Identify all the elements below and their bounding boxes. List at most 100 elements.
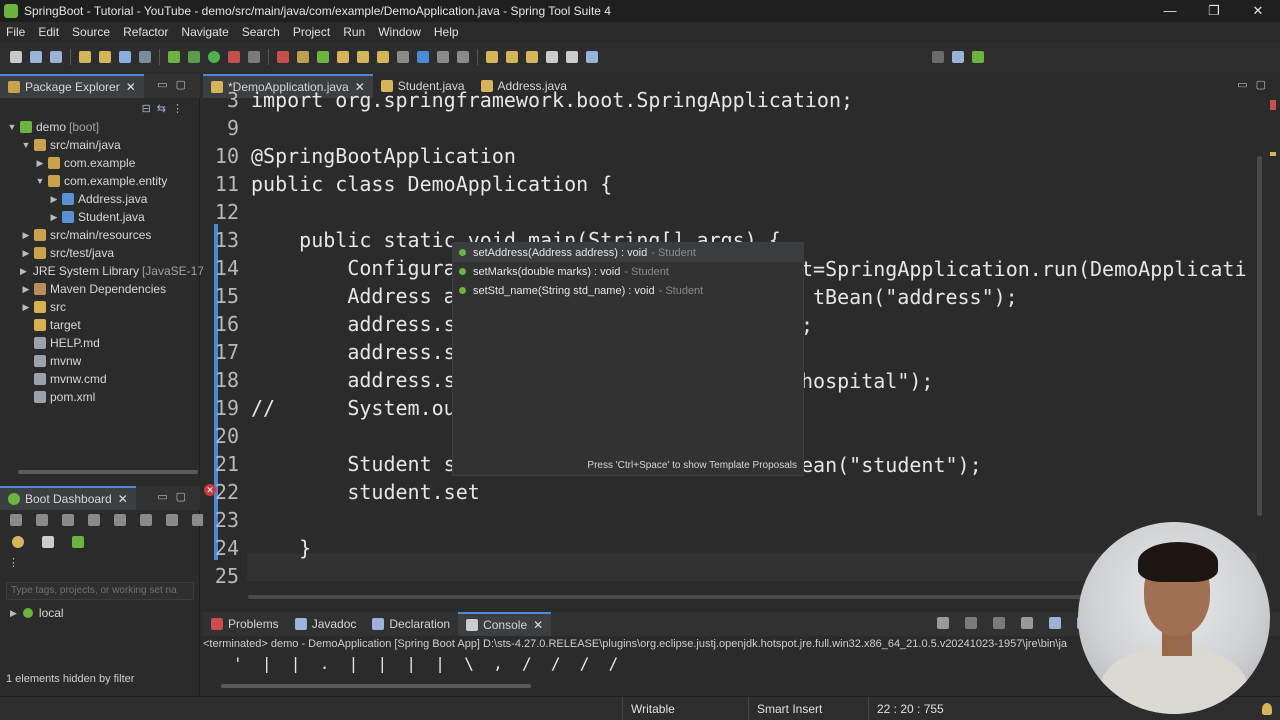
tab-problems[interactable]: Problems [203,612,287,636]
run-external-icon[interactable] [228,51,240,63]
tree-item[interactable]: ▶ Maven Dependencies [0,280,200,298]
tree-item[interactable]: ▶ Address.java [0,190,200,208]
tree-item[interactable]: ▼ src/main/java [0,136,200,154]
quick-access-search-icon[interactable] [932,51,944,63]
menu-project[interactable]: Project [293,25,330,39]
chevron-right-icon[interactable]: ▶ [20,266,27,277]
tab-javadoc[interactable]: Javadoc [287,612,365,636]
remove-launches-icon[interactable] [993,617,1005,629]
last-edit-location-icon[interactable] [526,51,538,63]
tree-item[interactable]: HELP.md [0,334,200,352]
save-icon[interactable] [30,51,42,63]
scroll-lock-icon[interactable] [1049,617,1061,629]
chevron-right-icon[interactable]: ▶ [20,248,32,259]
close-icon[interactable]: ✕ [126,80,136,94]
tree-item[interactable]: ▶ src/main/resources [0,226,200,244]
menu-edit[interactable]: Edit [38,25,59,39]
menu-run[interactable]: Run [343,25,365,39]
dashboard-filter-input[interactable]: Type tags, projects, or working set na [6,582,194,600]
toggle-mark-icon[interactable] [397,51,409,63]
tree-item[interactable]: ▼ com.example.entity [0,172,200,190]
overview-ruler-error-marker[interactable] [1270,100,1276,110]
new-java-class-icon[interactable] [337,51,349,63]
menu-window[interactable]: Window [378,25,421,39]
chevron-right-icon[interactable]: ▶ [20,284,32,295]
block-select-icon[interactable] [437,51,449,63]
new-icon[interactable] [10,51,22,63]
mark-occurrences-icon[interactable] [417,51,429,63]
edit-icon[interactable] [166,514,178,526]
minimize-button[interactable]: — [1148,0,1192,22]
tree-item[interactable]: ▶ src [0,298,200,316]
clear-console-icon[interactable] [1021,617,1033,629]
overview-ruler-warning-marker[interactable] [1270,152,1276,156]
explorer-view-toolbar[interactable]: ⊟⇆⋮ [142,102,189,115]
terminate-icon[interactable] [965,617,977,629]
code-line[interactable]: address.s [251,340,455,364]
chevron-down-icon[interactable]: ▼ [20,140,32,150]
tree-item[interactable]: target [0,316,200,334]
tree-item[interactable]: ▶ com.example [0,154,200,172]
menu-help[interactable]: Help [434,25,459,39]
pin-editor-icon[interactable] [586,51,598,63]
terminal-icon[interactable] [119,51,131,63]
new-spring-starter-icon[interactable] [297,51,309,63]
chevron-down-icon[interactable]: ▼ [6,122,18,132]
back-icon[interactable] [546,51,558,63]
tab-declaration[interactable]: Declaration [364,612,458,636]
tree-item[interactable]: mvnw.cmd [0,370,200,388]
console-horizontal-scrollbar[interactable] [221,684,531,688]
tree-item[interactable]: pom.xml [0,388,200,406]
java-perspective-icon[interactable] [972,51,984,63]
code-line[interactable]: student.set [251,480,479,504]
close-icon[interactable]: ✕ [533,618,543,632]
run-icon[interactable] [208,51,220,63]
debug-icon[interactable] [88,514,100,526]
code-line[interactable]: @SpringBootApplication [251,144,516,168]
chevron-right-icon[interactable]: ▶ [20,230,32,241]
chevron-down-icon[interactable]: ▼ [34,176,46,186]
start-icon[interactable] [10,514,22,526]
code-line[interactable]: import org.springframework.boot.SpringAp… [251,88,853,112]
next-annotation-icon[interactable] [486,51,498,63]
editor-vertical-scrollbar[interactable] [1256,96,1264,526]
search-icon[interactable] [377,51,389,63]
close-icon[interactable]: ✕ [118,492,128,506]
filter-icon[interactable] [42,536,54,548]
open-browser-icon[interactable] [114,514,126,526]
open-type-icon[interactable] [357,51,369,63]
chevron-right-icon[interactable]: ▶ [48,194,60,205]
forward-icon[interactable] [566,51,578,63]
lightbulb-icon[interactable] [12,536,24,548]
restart-icon[interactable] [36,514,48,526]
code-line[interactable]: address.s [251,368,455,392]
show-whitespace-icon[interactable] [457,51,469,63]
code-line[interactable]: Address a [251,284,455,308]
tree-item[interactable]: ▶ Student.java [0,208,200,226]
panel-min-max-icons[interactable]: ▭▢ [157,78,194,91]
tree-item[interactable]: ▼ demo [boot] [0,118,200,136]
menu-navigate[interactable]: Navigate [181,25,228,39]
more-options-icon[interactable]: ⋮ [8,556,19,569]
proposal-item[interactable]: setMarks(double marks) : void - Student [453,262,803,281]
tab-package-explorer[interactable]: Package Explorer ✕ [0,74,144,98]
refresh-icon[interactable] [317,51,329,63]
tree-item[interactable]: ▶ src/test/java [0,244,200,262]
local-target-row[interactable]: ▶ local [10,606,64,620]
tree-item[interactable]: mvnw [0,352,200,370]
coverage-icon[interactable] [277,51,289,63]
proposal-item[interactable]: setStd_name(String std_name) : void - Stu… [453,281,803,300]
code-line[interactable]: public class DemoApplication { [251,172,612,196]
stop-icon[interactable] [248,51,260,63]
proposal-item[interactable]: setAddress(Address address) : void - Stud… [453,243,803,262]
menu-source[interactable]: Source [72,25,110,39]
chevron-right-icon[interactable]: ▶ [48,212,60,223]
tab-boot-dashboard[interactable]: Boot Dashboard ✕ [0,486,136,510]
redo-icon[interactable] [99,51,111,63]
debug-icon[interactable] [188,51,200,63]
editor-horizontal-scrollbar[interactable] [248,595,1108,599]
code-line[interactable]: Configura [251,256,455,280]
code-line[interactable]: } [251,536,311,560]
chevron-right-icon[interactable]: ▶ [10,608,17,619]
previous-annotation-icon[interactable] [506,51,518,63]
